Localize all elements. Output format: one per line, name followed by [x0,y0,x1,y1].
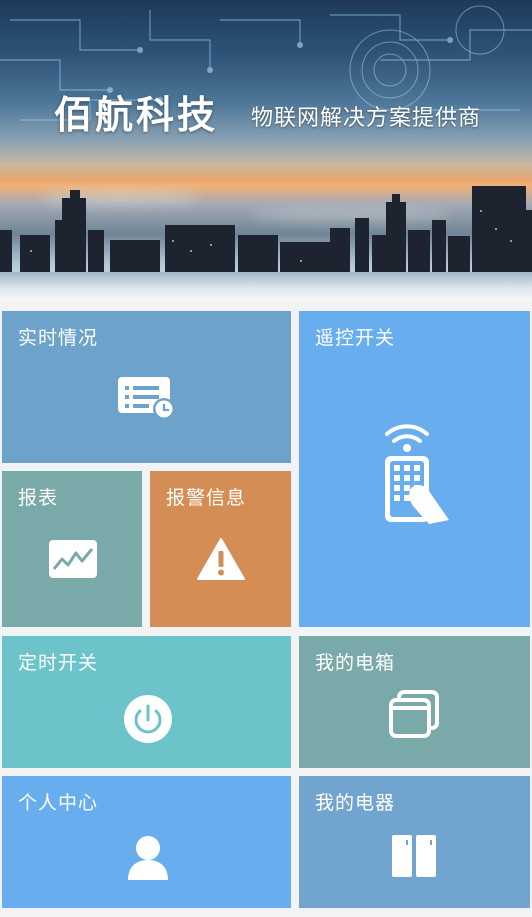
user-icon [121,830,175,884]
power-icon [121,692,175,746]
tile-my-appliance[interactable]: 我的电器 [299,776,530,908]
tile-alarm-info[interactable]: 报警信息 [150,471,291,627]
tile-label: 定时开关 [18,652,99,674]
tile-label: 遥控开关 [315,327,396,349]
tile-label: 实时情况 [18,327,99,349]
tile-remote-switch[interactable]: 遥控开关 [299,311,530,627]
tile-realtime-status[interactable]: 实时情况 [2,311,291,463]
tile-timer-switch[interactable]: 定时开关 [2,636,291,768]
tile-label: 报表 [18,487,59,509]
water-reflection [0,272,532,300]
remote-control-icon [375,415,461,527]
city-skyline [0,186,532,280]
list-clock-icon [114,371,180,423]
tile-label: 我的电箱 [315,652,396,674]
tile-my-electric-box[interactable]: 我的电箱 [299,636,530,768]
warning-icon [194,535,248,583]
windows-stack-icon [387,688,441,740]
tile-personal-center[interactable]: 个人中心 [2,776,291,908]
brand-slogan: 物联网解决方案提供商 [251,106,482,131]
cabinet-icon [389,832,439,880]
header-banner: 佰航科技 物联网解决方案提供商 [0,0,532,300]
tile-report[interactable]: 报表 [2,471,142,627]
tile-label: 我的电器 [315,792,396,814]
tile-label: 报警信息 [166,487,247,509]
tile-label: 个人中心 [18,792,99,814]
brand-title: 佰航科技 [54,93,219,137]
line-chart-icon [46,537,100,581]
